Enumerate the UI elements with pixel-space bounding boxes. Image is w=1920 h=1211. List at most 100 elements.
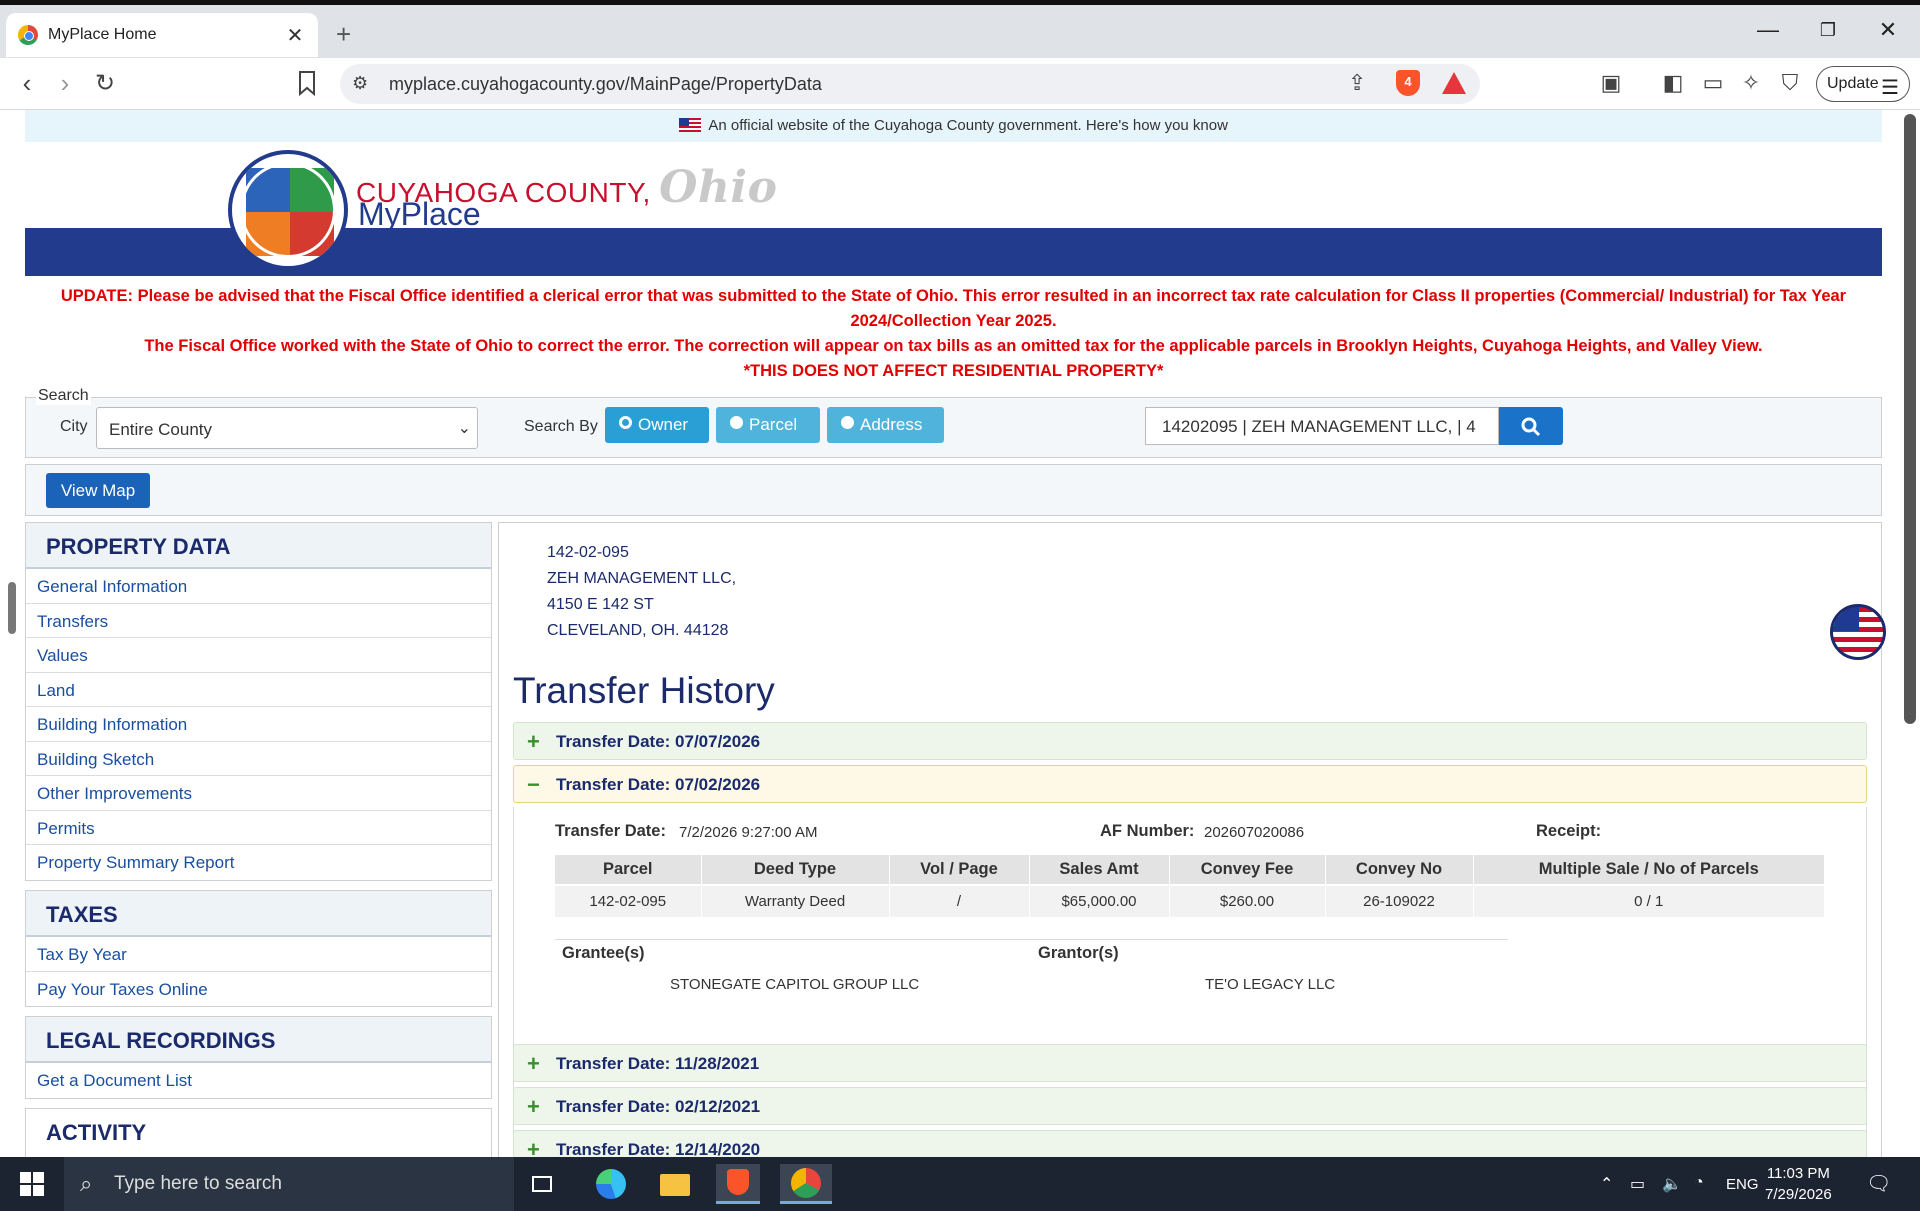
restore-icon[interactable]: ❐ — [1808, 20, 1848, 41]
clock-date: 7/29/2026 — [1765, 1186, 1832, 1203]
chrome-taskbar-icon[interactable] — [780, 1164, 832, 1204]
minimize-icon[interactable]: — — [1748, 17, 1788, 43]
search-input[interactable]: 14202095 | ZEH MANAGEMENT LLC, | 4 — [1145, 407, 1499, 445]
address-bar[interactable]: ⚙ myplace.cuyahogacounty.gov/MainPage/Pr… — [340, 64, 1480, 104]
menu-icon: ☰ — [1881, 77, 1899, 99]
divider — [555, 939, 1508, 940]
search-by-owner-radio[interactable]: Owner — [605, 407, 709, 443]
city-select[interactable]: Entire County ⌄ — [96, 407, 478, 449]
transfer-date-label: Transfer Date: 02/12/2021 — [556, 1097, 761, 1116]
edge-icon[interactable] — [588, 1164, 632, 1204]
sidebar-icon[interactable]: ◧ — [1658, 70, 1688, 96]
browser-tab[interactable]: MyPlace Home ✕ — [6, 13, 318, 57]
column-header: Sales Amt — [1029, 855, 1170, 885]
sidebar-item-general-information[interactable]: General Information — [26, 569, 491, 604]
sidebar-item-pay-taxes-online[interactable]: Pay Your Taxes Online — [26, 972, 491, 1007]
taskbar-search[interactable]: ⌕ Type here to search — [64, 1157, 514, 1211]
notifications-icon[interactable]: 🗨 — [1866, 1171, 1891, 1196]
tab-strip: MyPlace Home ✕ + — ❐ ✕ — [0, 5, 1920, 58]
owner-option-label: Owner — [638, 415, 689, 434]
start-tile — [33, 1172, 44, 1183]
reader-mode-icon[interactable]: ▣ — [1596, 70, 1626, 96]
transfer-accordion-header[interactable]: + Transfer Date: 07/07/2026 — [513, 722, 1867, 760]
search-icon — [1521, 417, 1541, 437]
file-explorer-icon[interactable] — [652, 1164, 696, 1204]
transfer-accordion-header[interactable]: + Transfer Date: 02/12/2021 — [513, 1087, 1867, 1125]
window-close-icon[interactable]: ✕ — [1868, 17, 1908, 43]
table-cell: Warranty Deed — [701, 884, 890, 917]
alert-line-3: *THIS DOES NOT AFFECT RESIDENTIAL PROPER… — [743, 362, 1164, 380]
column-header: Deed Type — [701, 855, 890, 885]
city-select-value: Entire County — [109, 420, 212, 439]
sidebar-item-values[interactable]: Values — [26, 638, 491, 673]
task-view-glyph — [532, 1176, 552, 1192]
alert-line-1: UPDATE: Please be advised that the Fisca… — [60, 287, 1847, 330]
search-button[interactable] — [1499, 407, 1563, 445]
vertical-scrollbar[interactable] — [1904, 114, 1916, 724]
af-number-value: 202607020086 — [1204, 824, 1305, 841]
property-owner-block: 142-02-095 ZEH MANAGEMENT LLC, 4150 E 14… — [547, 540, 736, 644]
leo-ai-icon[interactable]: ✧ — [1736, 70, 1766, 96]
official-site-banner[interactable]: An official website of the Cuyahoga Coun… — [25, 110, 1882, 142]
grantee-value: STONEGATE CAPITOL GROUP LLC — [670, 976, 920, 993]
sidebar-item-other-improvements[interactable]: Other Improvements — [26, 776, 491, 811]
tab-title: MyPlace Home — [48, 26, 157, 43]
language-flag-icon[interactable] — [1830, 604, 1886, 660]
activity-heading: ACTIVITY — [26, 1109, 491, 1155]
network-icon[interactable]: ▭ — [1630, 1174, 1645, 1194]
search-by-address-radio[interactable]: Address — [827, 407, 944, 443]
windows-start-icon[interactable] — [20, 1172, 44, 1196]
property-data-heading: PROPERTY DATA — [26, 523, 491, 569]
close-tab-icon[interactable]: ✕ — [284, 23, 306, 48]
parcel-number: 142-02-095 — [547, 544, 629, 561]
vpn-shield-icon[interactable]: ⛉ — [1775, 70, 1805, 96]
forward-icon[interactable]: › — [48, 68, 82, 99]
brave-shields-icon[interactable]: 4 — [1396, 70, 1420, 96]
sidebar-item-transfers[interactable]: Transfers — [26, 604, 491, 638]
wifi-icon[interactable]: ◔ — [1694, 1174, 1704, 1192]
brave-taskbar-icon[interactable] — [716, 1164, 760, 1204]
sidebar-item-building-sketch[interactable]: Building Sketch — [26, 742, 491, 776]
column-header: Multiple Sale / No of Parcels — [1473, 855, 1825, 885]
transfer-accordion-header[interactable]: + Transfer Date: 12/14/2020 — [513, 1130, 1867, 1157]
transfer-accordion-header-open[interactable]: − Transfer Date: 07/02/2026 — [513, 765, 1867, 803]
task-view-icon[interactable] — [520, 1164, 564, 1204]
legal-recordings-heading: LEGAL RECORDINGS — [26, 1017, 491, 1063]
left-scroll-indicator[interactable] — [8, 582, 16, 634]
back-icon[interactable]: ‹ — [10, 68, 44, 99]
reload-icon[interactable]: ↻ — [88, 69, 122, 98]
share-icon[interactable]: ⇪ — [1348, 70, 1366, 96]
brave-rewards-icon[interactable] — [1442, 72, 1466, 94]
show-hidden-icons-icon[interactable]: ⌃ — [1600, 1174, 1613, 1194]
taxes-menu: TAXES Tax By Year Pay Your Taxes Online — [25, 890, 492, 1007]
table-cell: $260.00 — [1169, 884, 1326, 917]
update-button[interactable]: Update ☰ — [1816, 66, 1910, 102]
county-seal-logo[interactable] — [228, 150, 348, 270]
view-map-button[interactable]: View Map — [46, 473, 150, 508]
sidebar-item-property-summary-report[interactable]: Property Summary Report — [26, 845, 491, 880]
system-clock[interactable]: 11:03 PM 7/29/2026 — [1765, 1163, 1832, 1205]
activity-menu: ACTIVITY — [25, 1108, 492, 1157]
property-data-menu: PROPERTY DATA General Information Transf… — [25, 522, 492, 881]
taskbar-search-placeholder: Type here to search — [114, 1173, 282, 1194]
us-flag-icon — [679, 118, 702, 132]
bookmark-icon[interactable] — [296, 68, 318, 98]
site-settings-icon[interactable]: ⚙ — [352, 73, 368, 94]
column-header: Vol / Page — [889, 855, 1030, 885]
search-by-parcel-radio[interactable]: Parcel — [716, 407, 820, 443]
transfer-accordion-header[interactable]: + Transfer Date: 11/28/2021 — [513, 1044, 1867, 1082]
sidebar-item-land[interactable]: Land — [26, 673, 491, 707]
wallet-icon[interactable]: ▭ — [1698, 70, 1728, 96]
edge-glyph — [596, 1169, 626, 1199]
new-tab-icon[interactable]: + — [336, 19, 351, 50]
sidebar-item-tax-by-year[interactable]: Tax By Year — [26, 937, 491, 972]
sidebar-item-get-document-list[interactable]: Get a Document List — [26, 1063, 491, 1098]
table-header-row: Parcel Deed Type Vol / Page Sales Amt Co… — [555, 855, 1825, 885]
sidebar-item-building-information[interactable]: Building Information — [26, 707, 491, 742]
folder-glyph — [660, 1174, 690, 1196]
sidebar-item-permits[interactable]: Permits — [26, 811, 491, 845]
city-label: City — [60, 418, 88, 435]
transfer-date-label: Transfer Date: 07/02/2026 — [556, 775, 761, 794]
language-indicator[interactable]: ENG — [1726, 1176, 1759, 1193]
volume-icon[interactable]: 🔈 — [1662, 1174, 1682, 1194]
